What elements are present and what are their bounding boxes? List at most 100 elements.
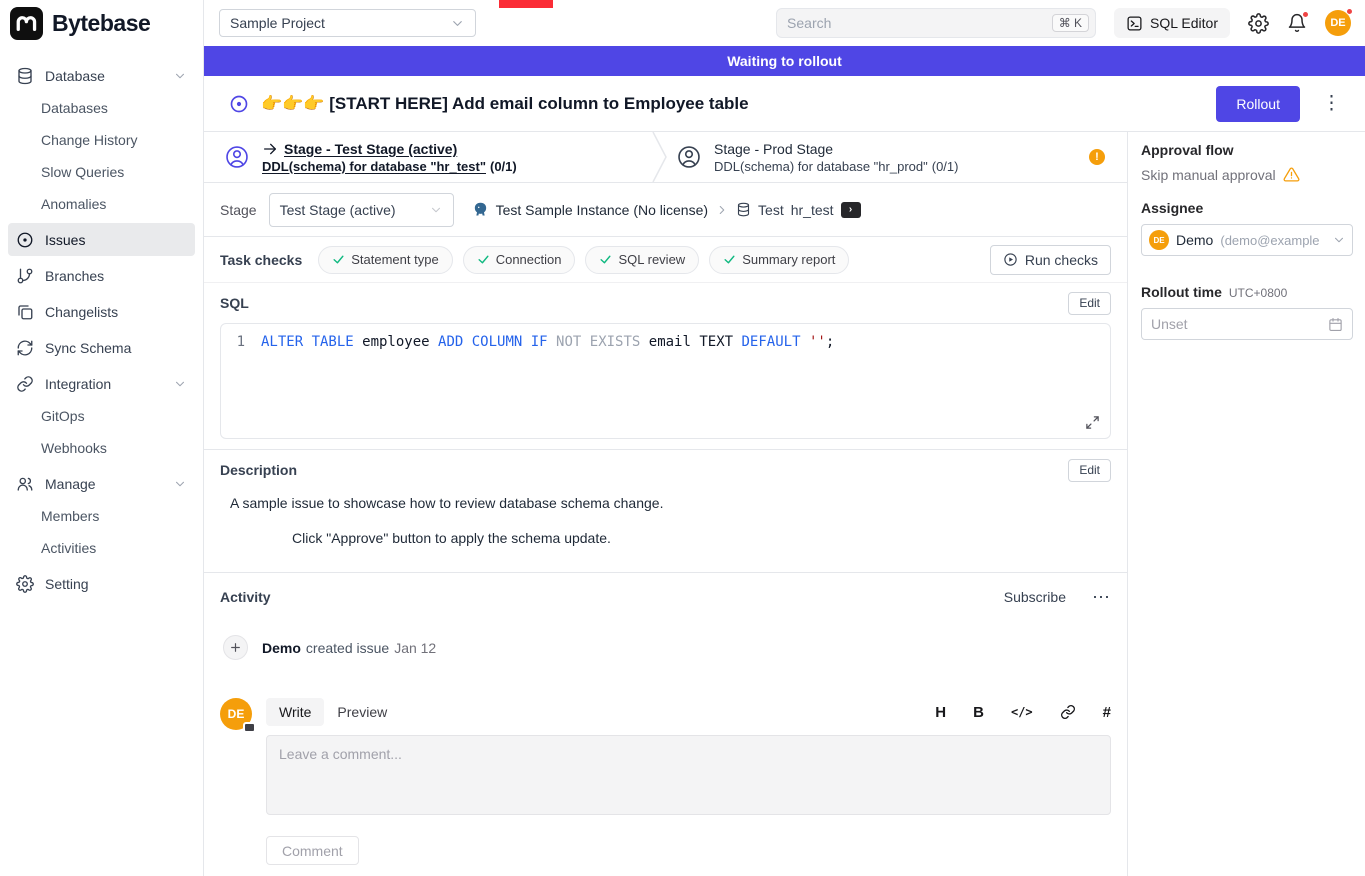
bold-format-icon[interactable]: B [973, 704, 984, 721]
play-circle-icon [1003, 252, 1018, 267]
settings-icon [16, 575, 34, 593]
sql-section-title: SQL [220, 295, 249, 311]
sidebar-item-issues[interactable]: Issues [8, 223, 195, 256]
comment-bubble-badge [243, 722, 256, 733]
subscribe-button[interactable]: Subscribe [1004, 589, 1066, 605]
topbar: Sample Project ⌘ K SQL Editor DE [204, 0, 1365, 46]
activity-user: Demo [262, 640, 301, 656]
link-format-icon[interactable] [1060, 704, 1076, 720]
comment-input[interactable] [266, 735, 1111, 815]
sidebar-item-label: Branches [45, 268, 104, 284]
sidebar-item-sync-schema[interactable]: Sync Schema [8, 331, 195, 364]
recording-indicator [499, 0, 553, 8]
issue-status-icon [229, 94, 249, 114]
sidebar: Bytebase Database Databases Change Histo… [0, 0, 204, 876]
stage-select[interactable]: Test Stage (active) [269, 193, 454, 227]
run-checks-button[interactable]: Run checks [990, 245, 1111, 275]
assignee-email: (demo@example [1220, 233, 1325, 248]
user-avatar[interactable]: DE [1325, 10, 1351, 36]
description-section: Description Edit A sample issue to showc… [204, 450, 1127, 573]
search-input[interactable] [787, 15, 1052, 31]
tab-write[interactable]: Write [266, 698, 324, 726]
sidebar-item-label: Integration [45, 376, 111, 392]
sql-code-block[interactable]: 1 ALTER TABLE employee ADD COLUMN IF NOT… [220, 323, 1111, 439]
sidebar-item-label: Change History [41, 132, 138, 148]
description-edit-button[interactable]: Edit [1068, 459, 1111, 482]
composer-avatar: DE [220, 698, 252, 730]
sidebar-item-integration[interactable]: Integration [8, 367, 195, 400]
assignee-select[interactable]: DE Demo (demo@example [1141, 224, 1353, 256]
format-toolbar: H B </> # [935, 704, 1111, 721]
rollout-time-input[interactable]: Unset [1141, 308, 1353, 340]
check-connection[interactable]: Connection [463, 246, 576, 274]
project-select-value: Sample Project [230, 15, 325, 31]
sidebar-nav: Database Databases Change History Slow Q… [0, 46, 203, 600]
activity-action: created issue [306, 640, 389, 656]
sidebar-item-slow-queries[interactable]: Slow Queries [8, 156, 195, 188]
approval-flow-label: Approval flow [1141, 142, 1353, 158]
open-sql-editor-icon[interactable]: › [841, 202, 861, 218]
sidebar-item-database[interactable]: Database [8, 59, 195, 92]
run-checks-label: Run checks [1025, 252, 1098, 268]
topbar-right: ⌘ K SQL Editor DE [776, 8, 1351, 38]
code-format-icon[interactable]: </> [1011, 705, 1033, 719]
bytebase-logo[interactable]: Bytebase [0, 0, 203, 46]
stage-prod[interactable]: Stage - Prod Stage DDL(schema) for datab… [668, 132, 1127, 182]
sidebar-item-label: Anomalies [41, 196, 106, 212]
activity-event-text: Democreated issueJan 12 [262, 640, 436, 656]
sidebar-item-webhooks[interactable]: Webhooks [8, 432, 195, 464]
stage-test-text: Stage - Test Stage (active) DDL(schema) … [262, 141, 517, 174]
rollout-button[interactable]: Rollout [1216, 86, 1300, 122]
settings-gear-icon[interactable] [1248, 13, 1269, 34]
instance-link[interactable]: Test Sample Instance (No license) [496, 202, 708, 218]
check-label: Connection [496, 252, 562, 267]
sidebar-item-change-history[interactable]: Change History [8, 124, 195, 156]
notifications-bell-icon[interactable] [1287, 13, 1307, 33]
search-box[interactable]: ⌘ K [776, 8, 1096, 38]
sidebar-item-branches[interactable]: Branches [8, 259, 195, 292]
issue-main: Stage - Test Stage (active) DDL(schema) … [204, 132, 1128, 876]
sidebar-item-setting[interactable]: Setting [8, 567, 195, 600]
check-summary-report[interactable]: Summary report [709, 246, 849, 274]
sidebar-item-members[interactable]: Members [8, 500, 195, 532]
heading-format-icon[interactable]: H [935, 704, 946, 721]
activity-menu-icon[interactable]: ⋯ [1092, 587, 1111, 608]
sql-edit-button[interactable]: Edit [1068, 292, 1111, 315]
sidebar-item-label: Setting [45, 576, 89, 592]
project-select[interactable]: Sample Project [219, 9, 476, 37]
database-breadcrumb: Test Sample Instance (No license) Test h… [472, 201, 861, 218]
sidebar-item-manage[interactable]: Manage [8, 467, 195, 500]
sql-code-line: 1 ALTER TABLE employee ADD COLUMN IF NOT… [221, 334, 1110, 350]
expand-icon[interactable] [1085, 415, 1100, 430]
bytebase-logo-icon [10, 7, 43, 40]
stage-prod-progress: (0/1) [932, 159, 959, 174]
sidebar-item-label: Activities [41, 540, 96, 556]
comment-composer: DE Write Preview H B </> # [220, 698, 1111, 865]
sidebar-item-databases[interactable]: Databases [8, 92, 195, 124]
check-statement-type[interactable]: Statement type [318, 246, 452, 274]
rollout-timezone: UTC+0800 [1229, 286, 1287, 300]
database-link[interactable]: hr_test [791, 202, 834, 218]
sql-editor-label: SQL Editor [1150, 15, 1218, 31]
hash-format-icon[interactable]: # [1103, 704, 1111, 721]
stage-test-task-link[interactable]: DDL(schema) for database "hr_test" [262, 159, 486, 174]
stage-test-title-link[interactable]: Stage - Test Stage (active) [284, 141, 457, 157]
sidebar-item-gitops[interactable]: GitOps [8, 400, 195, 432]
sidebar-item-changelists[interactable]: Changelists [8, 295, 195, 328]
sql-editor-button[interactable]: SQL Editor [1114, 8, 1230, 38]
sidebar-item-label: Webhooks [41, 440, 107, 456]
check-sql-review[interactable]: SQL review [585, 246, 699, 274]
comment-button[interactable]: Comment [266, 836, 359, 865]
check-icon [477, 253, 490, 266]
stage-test[interactable]: Stage - Test Stage (active) DDL(schema) … [204, 132, 652, 182]
issue-menu-icon[interactable]: ⋮ [1322, 92, 1341, 115]
task-checks-row: Task checks Statement type Connection SQ… [204, 237, 1127, 283]
sidebar-item-label: Databases [41, 100, 108, 116]
notification-dot [1302, 11, 1309, 18]
sidebar-item-anomalies[interactable]: Anomalies [8, 188, 195, 220]
sidebar-item-activities[interactable]: Activities [8, 532, 195, 564]
chevron-right-icon [715, 203, 729, 217]
sync-icon [16, 339, 34, 357]
assignee-name: Demo [1176, 232, 1213, 248]
tab-preview[interactable]: Preview [324, 698, 400, 726]
